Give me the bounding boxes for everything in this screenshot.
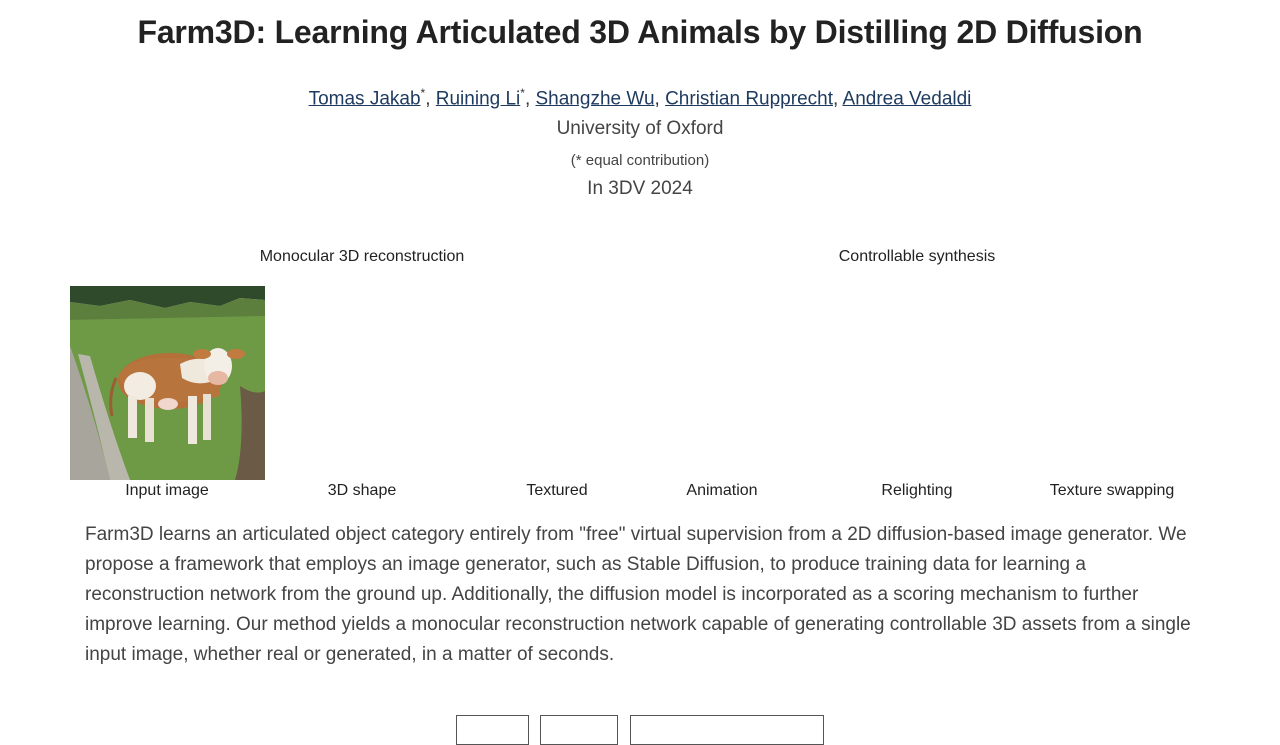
contribution-note: (* equal contribution)	[570, 152, 710, 169]
author-list: Tomas Jakab*, Ruining Li*, Shangzhe Wu, …	[0, 86, 1280, 110]
author-link-shangzhe-wu[interactable]: Shangzhe Wu	[536, 88, 655, 109]
author-separator: ,	[833, 88, 843, 110]
author-link-christian-rupprecht[interactable]: Christian Rupprecht	[665, 88, 833, 109]
author-link-andrea-vedaldi[interactable]: Andrea Vedaldi	[843, 88, 972, 109]
caption-texture-swapping: Texture swapping	[1049, 482, 1175, 499]
caption-animation: Animation	[686, 482, 758, 499]
caption-relighting: Relighting	[881, 482, 953, 499]
input-image-cow	[70, 286, 265, 480]
author-separator: ,	[524, 88, 536, 110]
caption-textured: Textured	[526, 482, 588, 499]
author-separator: ,	[425, 88, 436, 110]
venue: In 3DV 2024	[587, 178, 693, 199]
page-title: Farm3D: Learning Articulated 3D Animals …	[137, 14, 1143, 50]
caption-input-image: Input image	[125, 482, 209, 499]
section-label-synthesis: Controllable synthesis	[838, 248, 996, 265]
caption-3d-shape: 3D shape	[327, 482, 397, 499]
abstract-text: Farm3D learns an articulated object cate…	[85, 524, 1191, 665]
affiliation: University of Oxford	[556, 118, 724, 139]
author-link-tomas-jakab[interactable]: Tomas Jakab	[309, 88, 421, 109]
author-separator: ,	[654, 88, 666, 110]
author-link-ruining-li[interactable]: Ruining Li	[436, 88, 521, 109]
section-label-reconstruction: Monocular 3D reconstruction	[259, 248, 465, 265]
